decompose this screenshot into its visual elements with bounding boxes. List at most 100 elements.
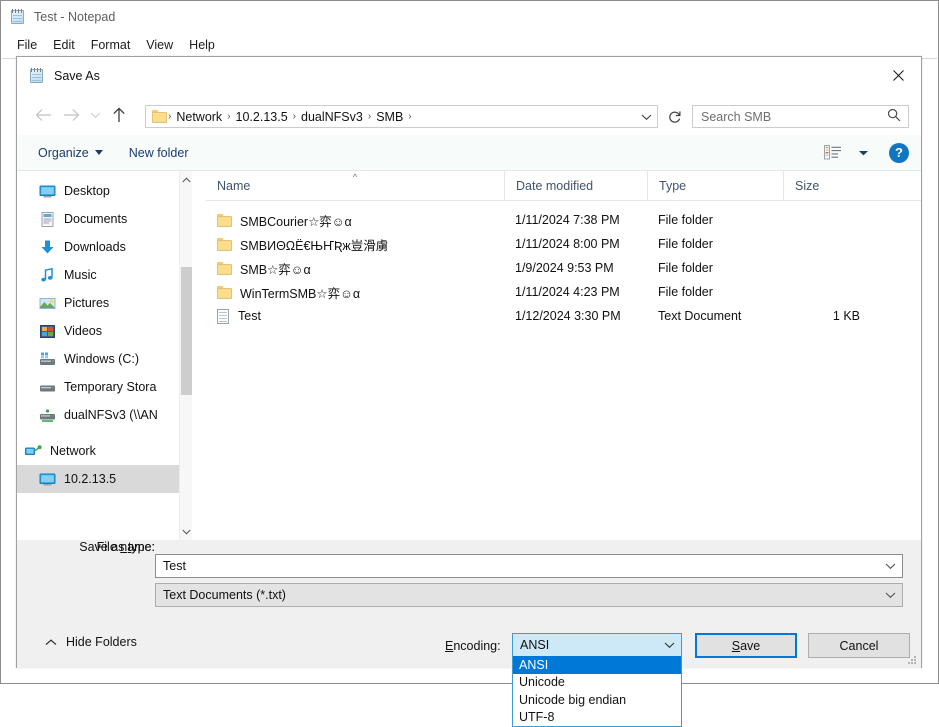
close-icon[interactable] [875,57,921,94]
view-dropdown-button[interactable] [849,141,877,165]
sidebar-item-temporary-storage[interactable]: Temporary Stora [17,373,192,401]
menu-item-help[interactable]: Help [181,36,223,54]
documents-icon [39,211,56,228]
save-as-dialog: Save As › Network › 10.2.13.5 › dualNFSv… [16,56,922,727]
arrow-right-icon[interactable] [57,101,85,129]
column-label: Name [217,179,251,193]
sidebar-item-windows-c[interactable]: Windows (C:) [17,345,192,373]
sidebar-item-downloads[interactable]: Downloads [17,233,192,261]
sidebar-item-videos[interactable]: Videos [17,317,192,345]
sidebar-label: Desktop [64,184,110,198]
column-header-name[interactable]: ^ Name [206,171,504,201]
file-name-field[interactable] [155,554,903,578]
sidebar-item-network[interactable]: Network [17,437,192,465]
downloads-icon [39,239,56,256]
folder-icon [217,213,232,227]
sidebar-label: Videos [64,324,102,338]
sidebar-item-desktop[interactable]: Desktop [17,177,192,205]
chevron-down-icon[interactable] [878,584,902,606]
encoding-dropdown-list[interactable]: ANSI Unicode Unicode big endian UTF-8 [512,656,682,727]
sidebar-label: dualNFSv3 (\\AN [64,408,158,422]
encoding-combobox[interactable]: ANSI [512,633,682,657]
breadcrumb-item-network[interactable]: Network [172,109,226,125]
file-date-cell: 1/11/2024 4:23 PM [515,285,620,299]
navigation-pane: Desktop Documents Downloads Music Pictur… [17,171,192,540]
cancel-button[interactable]: Cancel [808,633,910,658]
sidebar-item-pictures[interactable]: Pictures [17,289,192,317]
arrow-up-icon[interactable] [105,101,133,129]
table-row[interactable]: Test 1/12/2024 3:30 PM Text Document 1 K… [206,304,921,328]
new-folder-button[interactable]: New folder [120,141,198,165]
menu-item-format[interactable]: Format [83,36,139,54]
file-name: SMBCourier☆弈☺α [240,214,352,229]
menu-item-file[interactable]: File [9,36,45,54]
arrow-left-icon[interactable] [29,101,57,129]
hide-folders-button[interactable]: Hide Folders [45,635,137,649]
sort-asc-icon: ^ [352,172,358,182]
encoding-value: ANSI [520,638,550,652]
sidebar-scroll-thumb[interactable] [181,267,192,395]
network-drive-icon [39,407,56,424]
drive-icon [39,379,56,396]
computer-icon [39,471,56,488]
save-label-accel: S [731,638,741,653]
encoding-option-ansi[interactable]: ANSI [513,656,681,674]
file-list: ^ Name Date modified Type Size SMBCourie… [206,171,921,540]
file-name-cell: SMB☆弈☺α [206,259,504,278]
column-header-type[interactable]: Type [647,171,783,201]
file-date-cell: 1/11/2024 7:38 PM [515,213,620,227]
menu-item-edit[interactable]: Edit [45,36,83,54]
dialog-title: Save As [54,69,100,83]
pane-splitter[interactable] [192,171,206,540]
file-name: SMBИΘΩЁ€ЊҤƦж豈滑虜 [240,238,389,253]
music-icon [39,267,56,284]
save-button[interactable]: Save [695,633,797,658]
notepad-titlebar: Test - Notepad [1,1,938,33]
sidebar-label: Windows (C:) [64,352,140,366]
save-as-type-label: Save as type: [61,540,155,554]
search-box[interactable] [692,105,909,128]
chevron-down-icon[interactable] [85,101,105,129]
notepad-title: Test - Notepad [34,10,116,24]
encoding-option-unicode[interactable]: Unicode [513,674,681,692]
chevron-down-icon[interactable] [635,106,657,127]
resize-grip[interactable] [906,654,918,666]
help-icon[interactable]: ? [889,142,909,163]
column-header-size[interactable]: Size [783,171,878,201]
sidebar-item-dualnfsv3[interactable]: dualNFSv3 (\\AN [17,401,192,429]
notepad-icon [29,68,45,84]
file-name-input[interactable] [163,559,863,573]
chevron-up-icon [45,635,57,649]
breadcrumb-item-host[interactable]: 10.2.13.5 [232,109,292,125]
encoding-label-post: ncoding: [453,639,501,653]
table-row[interactable]: SMB☆弈☺α 1/9/2024 9:53 PM File folder [206,256,921,280]
breadcrumb-item-smb[interactable]: SMB [372,109,407,125]
organize-button[interactable]: Organize [29,141,112,165]
chevron-down-icon[interactable] [657,634,681,656]
table-row[interactable]: SMBИΘΩЁ€ЊҤƦж豈滑虜 1/11/2024 8:00 PM File f… [206,232,921,256]
chevron-up-icon[interactable] [180,171,192,188]
breadcrumb-item-share[interactable]: dualNFSv3 [297,109,367,125]
chevron-down-icon[interactable] [878,555,902,577]
view-layout-icon[interactable] [819,141,847,165]
search-input[interactable] [701,109,876,124]
file-name-cell: WinTermSMB☆弈☺α [206,283,504,302]
encoding-option-utf8[interactable]: UTF-8 [513,709,681,727]
file-name-cell: SMBCourier☆弈☺α [206,211,504,230]
column-header-date-modified[interactable]: Date modified [504,171,647,201]
chevron-down-icon[interactable] [180,523,192,540]
breadcrumb[interactable]: › Network › 10.2.13.5 › dualNFSv3 › SMB … [145,105,658,128]
sidebar-item-documents[interactable]: Documents [17,205,192,233]
table-row[interactable]: SMBCourier☆弈☺α 1/11/2024 7:38 PM File fo… [206,208,921,232]
table-row[interactable]: WinTermSMB☆弈☺α 1/11/2024 4:23 PM File fo… [206,280,921,304]
sidebar-item-10-2-13-5[interactable]: 10.2.13.5 [17,465,192,493]
menu-item-view[interactable]: View [138,36,181,54]
encoding-label: Encoding: [445,639,501,653]
sidebar-label: Documents [64,212,128,226]
folder-icon [217,261,232,275]
encoding-option-unicode-big-endian[interactable]: Unicode big endian [513,691,681,709]
sidebar-scrollbar[interactable] [179,171,192,540]
save-as-type-combobox[interactable]: Text Documents (*.txt) [155,583,903,607]
sidebar-item-music[interactable]: Music [17,261,192,289]
refresh-icon[interactable] [662,105,687,128]
